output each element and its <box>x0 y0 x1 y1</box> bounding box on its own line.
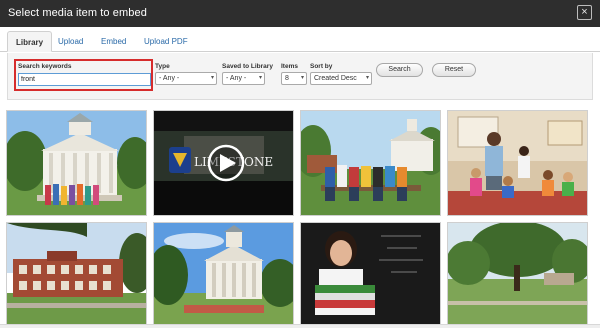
saved-to-library-label: Saved to Library <box>222 63 273 70</box>
campus-building-sky-image <box>154 223 293 327</box>
media-item-student-with-books[interactable] <box>300 222 441 328</box>
items-label: Items <box>281 63 298 70</box>
type-select-value: - Any - <box>159 75 180 82</box>
saved-select[interactable]: - Any - ▾ <box>222 72 265 85</box>
media-dialog: Select media item to embed × Library Upl… <box>0 0 600 328</box>
brick-building-image <box>7 223 146 327</box>
student-books-image <box>301 223 440 327</box>
items-select-value: 8 <box>285 75 289 82</box>
media-item-students-on-bench[interactable] <box>300 110 441 216</box>
media-item-brick-building[interactable] <box>6 222 147 328</box>
dialog-footer <box>0 324 600 328</box>
search-button[interactable]: Search <box>376 63 423 77</box>
tab-library[interactable]: Library <box>7 31 53 52</box>
limestone-video-image: LIMESTONE <box>154 111 293 215</box>
items-select[interactable]: 8 ▾ <box>281 72 307 85</box>
sort-by-select[interactable]: Created Desc ▾ <box>310 72 372 85</box>
tab-embed[interactable]: Embed <box>93 31 134 52</box>
media-item-campus-lawn-trees[interactable] <box>447 222 588 328</box>
reset-button[interactable]: Reset <box>432 63 476 77</box>
dialog-title: Select media item to embed <box>8 7 147 19</box>
media-grid: LIMESTONE <box>6 110 594 328</box>
campus-lawn-image <box>448 223 587 327</box>
tab-bar: Library Upload Embed Upload PDF <box>0 28 600 52</box>
media-item-classroom-teacher-kids[interactable] <box>447 110 588 216</box>
tab-upload-pdf[interactable]: Upload PDF <box>136 31 196 52</box>
tab-upload[interactable]: Upload <box>50 31 91 52</box>
sort-by-label: Sort by <box>310 63 333 70</box>
type-label: Type <box>155 63 170 70</box>
campus-building-image <box>7 111 146 215</box>
close-icon[interactable]: × <box>577 5 592 20</box>
type-select[interactable]: - Any - ▾ <box>155 72 217 85</box>
chevron-down-icon: ▾ <box>258 75 262 81</box>
chevron-down-icon: ▾ <box>365 75 369 81</box>
media-item-campus-building-students[interactable] <box>6 110 147 216</box>
media-item-campus-building-sky[interactable] <box>153 222 294 328</box>
search-keywords-label: Search keywords <box>18 63 72 70</box>
students-bench-image <box>301 111 440 215</box>
media-item-limestone-video[interactable]: LIMESTONE <box>153 110 294 216</box>
search-input[interactable] <box>18 73 151 86</box>
filter-panel: Search keywords Type - Any - ▾ Saved to … <box>7 53 593 100</box>
dialog-titlebar: Select media item to embed × <box>0 0 600 27</box>
saved-select-value: - Any - <box>226 75 247 82</box>
chevron-down-icon: ▾ <box>300 75 304 81</box>
classroom-image <box>448 111 587 215</box>
chevron-down-icon: ▾ <box>210 75 214 81</box>
sort-by-select-value: Created Desc <box>314 75 357 82</box>
